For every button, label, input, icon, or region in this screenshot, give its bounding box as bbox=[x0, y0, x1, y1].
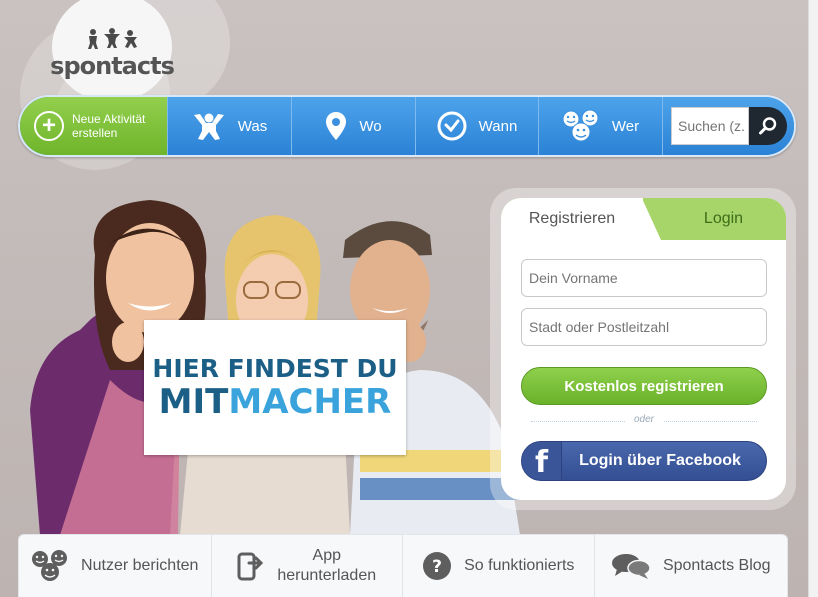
nav-item-was[interactable]: Was bbox=[167, 97, 291, 155]
svg-text:?: ? bbox=[432, 557, 442, 577]
clock-icon bbox=[437, 111, 467, 141]
search-area bbox=[662, 97, 794, 155]
question-circle-icon: ? bbox=[422, 551, 452, 581]
how-it-works-label: So funktionierts bbox=[464, 557, 575, 574]
nav-item-wo-label: Wo bbox=[359, 117, 382, 135]
plus-circle-icon: + bbox=[34, 111, 64, 141]
speech-bubbles-icon bbox=[611, 552, 651, 580]
first-name-field[interactable] bbox=[521, 259, 767, 297]
bottom-feature-bar: Nutzer berichten App herunterladen ? So … bbox=[18, 534, 788, 597]
logo-figures-icon bbox=[88, 28, 137, 49]
app-download-label-line2: herunterladen bbox=[277, 567, 377, 584]
tab-registrieren[interactable]: Registrieren bbox=[501, 198, 643, 240]
sign-line1: HIER FINDEST DU bbox=[152, 354, 398, 383]
app-download-link[interactable]: App herunterladen bbox=[210, 535, 403, 597]
new-activity-label-line1: Neue Aktivität bbox=[72, 112, 146, 126]
user-reports-label: Nutzer berichten bbox=[81, 557, 199, 574]
tab-divider bbox=[629, 198, 661, 240]
user-reports-link[interactable]: Nutzer berichten bbox=[19, 535, 211, 597]
app-download-label-line1: App bbox=[312, 547, 341, 564]
nav-item-wer-label: Wer bbox=[611, 117, 640, 135]
jumping-person-icon bbox=[192, 111, 226, 141]
facebook-login-button[interactable]: f Login über Facebook bbox=[521, 441, 767, 481]
logo-text: spontacts bbox=[50, 52, 175, 80]
new-activity-button[interactable]: + Neue Aktivität erstellen bbox=[20, 97, 167, 155]
new-activity-label: Neue Aktivität erstellen bbox=[72, 112, 152, 140]
phone-download-icon bbox=[237, 551, 265, 581]
sign-mit: MIT bbox=[158, 382, 229, 422]
nav-item-wer[interactable]: Wer bbox=[538, 97, 662, 155]
nav-item-wo[interactable]: Wo bbox=[291, 97, 415, 155]
registration-panel: Registrieren Login Kostenlos registriere… bbox=[501, 198, 786, 500]
smiley-faces-icon bbox=[562, 109, 600, 143]
city-field[interactable] bbox=[521, 308, 767, 346]
search-button[interactable] bbox=[749, 107, 787, 145]
facebook-login-label: Login über Facebook bbox=[579, 452, 741, 469]
main-navigation: + Neue Aktivität erstellen Was Wo Wann W… bbox=[18, 95, 796, 157]
location-pin-icon bbox=[325, 111, 347, 141]
facebook-icon: f bbox=[522, 442, 562, 480]
blog-label: Spontacts Blog bbox=[662, 557, 771, 574]
registration-tabs: Registrieren Login bbox=[501, 198, 786, 240]
new-activity-label-line2: erstellen bbox=[72, 126, 118, 140]
sign-line2: MITMACHER bbox=[159, 383, 392, 421]
smiley-group-icon bbox=[31, 549, 69, 583]
nav-item-wann-label: Wann bbox=[478, 117, 518, 135]
magnifier-icon bbox=[759, 117, 777, 135]
sign-macher: MACHER bbox=[228, 382, 392, 422]
search-input[interactable] bbox=[671, 107, 749, 145]
how-it-works-link[interactable]: ? So funktionierts bbox=[402, 535, 594, 597]
tab-login[interactable]: Login bbox=[661, 198, 786, 240]
hero-sign: HIER FINDEST DU MITMACHER bbox=[144, 320, 406, 455]
nav-item-was-label: Was bbox=[237, 117, 268, 135]
blog-link[interactable]: Spontacts Blog bbox=[593, 535, 788, 597]
nav-item-wann[interactable]: Wann bbox=[415, 97, 538, 155]
app-download-label: App herunterladen bbox=[277, 546, 376, 586]
register-button[interactable]: Kostenlos registrieren bbox=[521, 367, 767, 405]
page-scrollbar[interactable] bbox=[808, 0, 818, 597]
or-label: oder bbox=[625, 414, 663, 425]
